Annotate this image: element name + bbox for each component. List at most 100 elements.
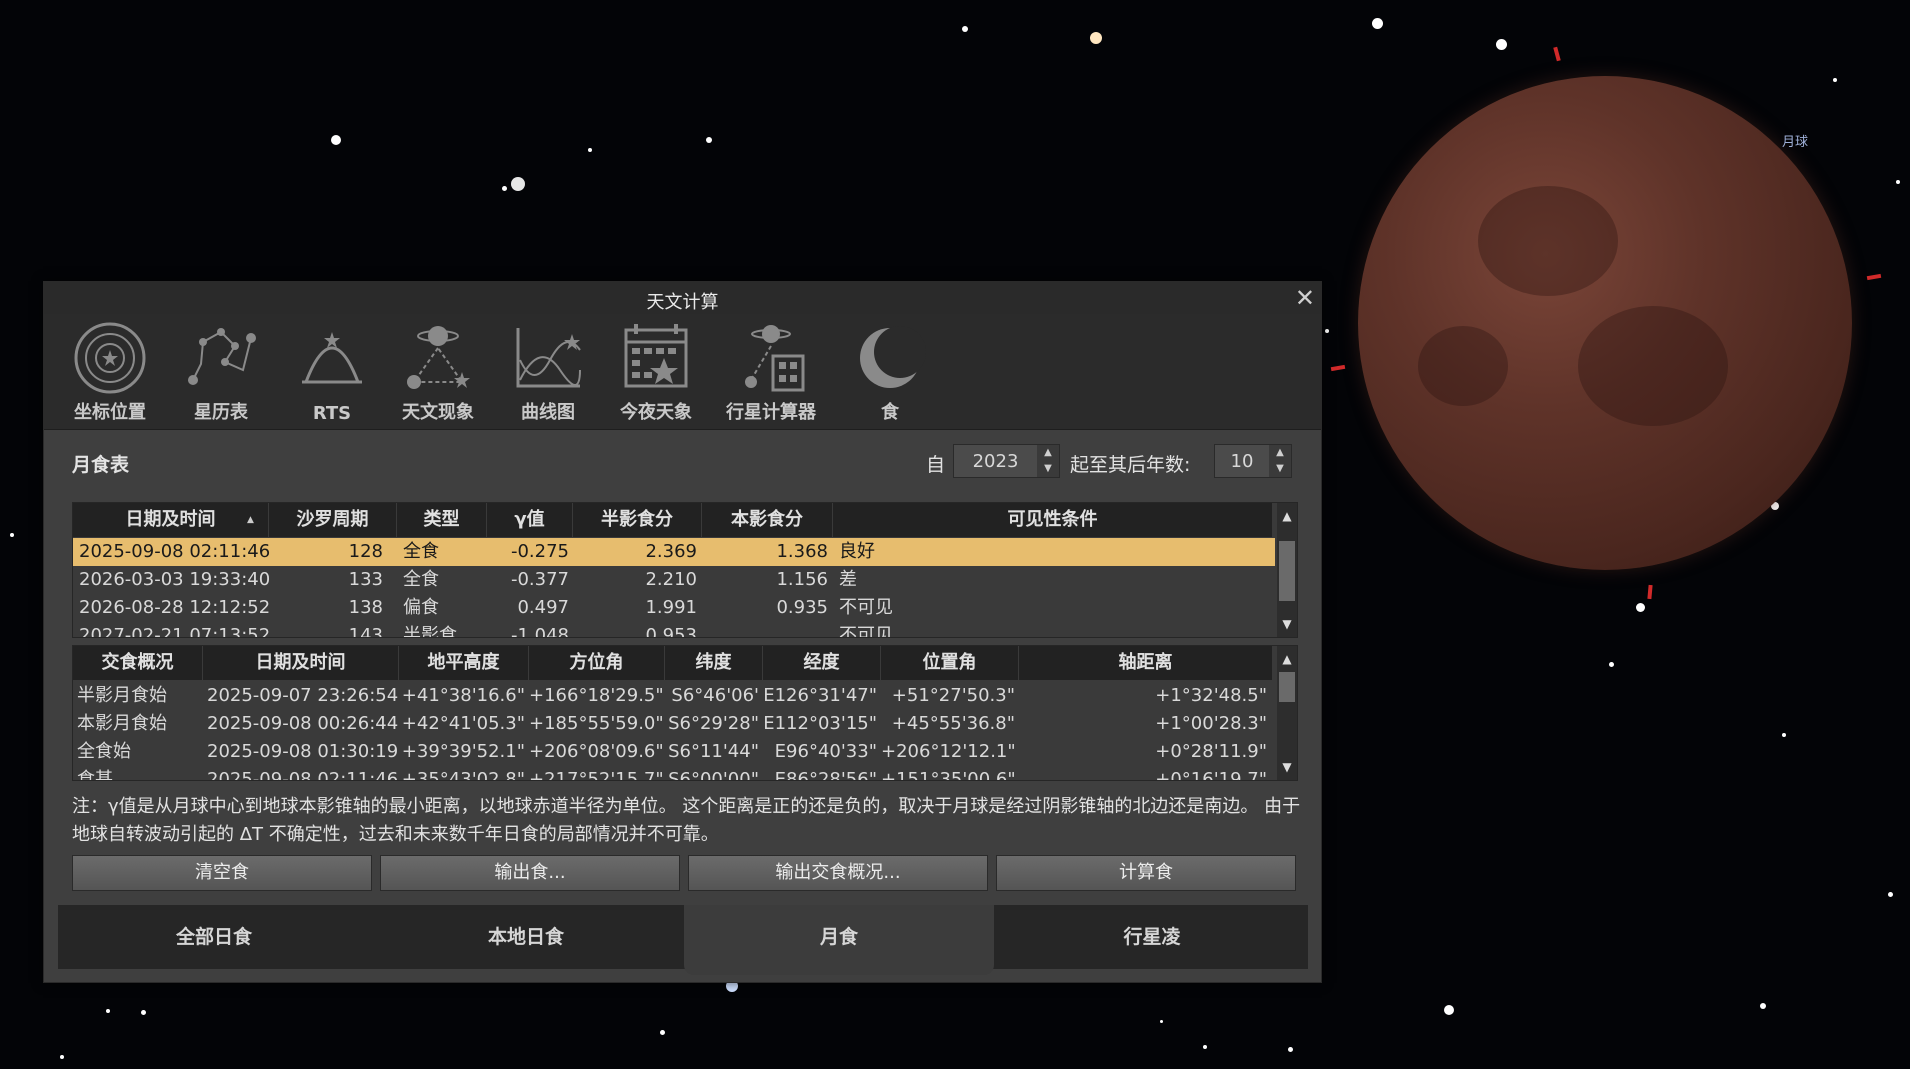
from-year-spinbox[interactable]: 2023 ▲ ▼ <box>953 444 1060 478</box>
spin-down-icon[interactable]: ▼ <box>1037 461 1059 477</box>
table-row[interactable]: 2025-09-08 02:11:46 128 全食 -0.275 2.369 1.368… <box>73 538 1275 566</box>
column-header[interactable]: 方位角 <box>529 646 665 680</box>
column-header[interactable]: 纬度 <box>665 646 763 680</box>
column-header[interactable]: 沙罗周期 <box>269 503 397 537</box>
table-cell: +206°12'12.1" <box>881 741 1016 762</box>
tool-eclipse[interactable]: 食 <box>835 320 945 426</box>
export-eclipses-button[interactable]: 输出食... <box>380 855 680 891</box>
spin-arrows[interactable]: ▲ ▼ <box>1037 445 1059 477</box>
column-header[interactable]: 交食概况 <box>73 646 203 680</box>
star <box>962 26 968 32</box>
tool-graph[interactable]: 曲线图 <box>493 320 603 426</box>
tool-label: 天文现象 <box>402 402 474 423</box>
tab-transits[interactable]: 行星凌 <box>996 905 1308 969</box>
star <box>10 533 14 537</box>
export-contacts-button[interactable]: 输出交食概况... <box>688 855 988 891</box>
column-header[interactable]: 地平高度 <box>399 646 529 680</box>
years-spinbox[interactable]: 10 ▲ ▼ <box>1214 444 1292 478</box>
spin-up-icon[interactable]: ▲ <box>1037 445 1059 461</box>
lunar-eclipse-table[interactable]: 日期及时间 沙罗周期 类型 γ值 半影食分 本影食分 可见性条件 ▲ 2025-… <box>72 502 1298 638</box>
table-row[interactable]: 2027-02-21 07:13:52 143 半影食 -1.048 0.953 不可见 <box>73 622 1275 638</box>
years-value[interactable]: 10 <box>1215 451 1269 472</box>
tool-coordinates[interactable]: 坐标位置 <box>55 320 165 426</box>
star <box>141 1010 146 1015</box>
table-cell <box>702 622 828 637</box>
star <box>660 1030 665 1035</box>
from-year-value[interactable]: 2023 <box>954 451 1037 472</box>
table-cell: +42°41'05.3" <box>401 713 525 734</box>
eclipse-contacts-table[interactable]: 交食概况 日期及时间 地平高度 方位角 纬度 经度 位置角 轴距离 半影月食始 2… <box>72 645 1298 781</box>
table-cell: 0.497 <box>517 597 569 618</box>
table-cell: E96°40'33" <box>774 741 877 762</box>
table-cell: 138 <box>348 597 383 618</box>
column-header[interactable]: 可见性条件 <box>833 503 1273 537</box>
astro-calc-dialog: 天文计算 ✕ 坐标位置 星历表 RTS 天文现象 曲线图 今夜天象 行星计算器 … <box>43 281 1322 983</box>
table-scrollbar[interactable]: ▲ ▼ <box>1277 503 1297 637</box>
table-cell: 全食 <box>403 541 439 562</box>
tool-ephemeris[interactable]: 星历表 <box>166 320 276 426</box>
sort-indicator-icon: ▲ <box>247 515 254 525</box>
star <box>588 148 592 152</box>
tab-lunar-eclipses[interactable]: 月食 <box>684 905 994 975</box>
table-row[interactable]: 全食始 2025-09-08 01:30:19 +39°39'52.1" +206°0… <box>73 738 1275 766</box>
table-cell: +217°52'15.7" <box>529 769 664 781</box>
tool-rts[interactable]: RTS <box>277 320 387 426</box>
column-header[interactable]: 半影食分 <box>573 503 702 537</box>
star <box>1090 32 1102 44</box>
star <box>1782 733 1786 737</box>
table-cell: 偏食 <box>403 597 439 618</box>
column-header[interactable]: γ值 <box>487 503 573 537</box>
table-row[interactable]: 食甚 2025-09-08 02:11:46 +35°43'02.8" +217°52… <box>73 766 1275 781</box>
compute-eclipses-button[interactable]: 计算食 <box>996 855 1296 891</box>
table-row[interactable]: 半影月食始 2025-09-07 23:26:54 +41°38'16.6" +166… <box>73 682 1275 710</box>
tool-tonight[interactable]: 今夜天象 <box>601 320 711 426</box>
spin-up-icon[interactable]: ▲ <box>1269 445 1291 461</box>
from-label: 自 <box>926 454 946 476</box>
tab-local-solar-eclipses[interactable]: 本地日食 <box>370 905 682 969</box>
clear-eclipses-button[interactable]: 清空食 <box>72 855 372 891</box>
table-cell: +0°28'11.9" <box>1155 741 1267 762</box>
column-header[interactable]: 位置角 <box>881 646 1019 680</box>
scroll-up-icon[interactable]: ▲ <box>1277 648 1297 670</box>
scroll-thumb[interactable] <box>1279 541 1295 601</box>
scroll-thumb[interactable] <box>1279 672 1295 702</box>
table-cell: 1.991 <box>645 597 697 618</box>
table-cell: 128 <box>348 541 383 562</box>
table-cell: 1.156 <box>776 569 828 590</box>
table-cell: +151°35'00.6" <box>881 769 1016 781</box>
close-button[interactable]: ✕ <box>1295 284 1315 312</box>
moon[interactable] <box>1358 76 1852 570</box>
column-header[interactable]: 日期及时间 <box>73 503 269 537</box>
title-bar[interactable]: 天文计算 ✕ <box>44 282 1321 314</box>
table-row[interactable]: 2026-03-03 19:33:40 133 全食 -0.377 2.210 1.156… <box>73 566 1275 594</box>
table-cell: 半影食 <box>403 625 457 638</box>
column-header[interactable]: 本影食分 <box>702 503 833 537</box>
scroll-down-icon[interactable]: ▼ <box>1277 756 1297 778</box>
table-row[interactable]: 2026-08-28 12:12:52 138 偏食 0.497 1.991 0.935 不… <box>73 594 1275 622</box>
column-header[interactable]: 轴距离 <box>1019 646 1273 680</box>
star <box>1896 180 1900 184</box>
table-row[interactable]: 本影月食始 2025-09-08 00:26:44 +42°41'05.3" +185… <box>73 710 1275 738</box>
table-cell: -0.275 <box>510 541 569 562</box>
tab-all-solar-eclipses[interactable]: 全部日食 <box>58 905 370 969</box>
star <box>1496 39 1507 50</box>
tonight-icon <box>624 324 688 388</box>
column-header[interactable]: 经度 <box>763 646 881 680</box>
table-cell: 2026-03-03 19:33:40 <box>79 569 271 590</box>
table-cell: +39°39'52.1" <box>401 741 525 762</box>
tool-phenomena[interactable]: 天文现象 <box>383 320 493 426</box>
moon-mare <box>1418 326 1508 406</box>
scroll-down-icon[interactable]: ▼ <box>1277 613 1297 635</box>
star <box>1444 1005 1454 1015</box>
star <box>60 1055 64 1059</box>
moon-mare <box>1478 186 1618 296</box>
tool-planet-calculator[interactable]: 行星计算器 <box>716 320 826 426</box>
spin-arrows[interactable]: ▲ ▼ <box>1269 445 1291 477</box>
column-header[interactable]: 类型 <box>397 503 487 537</box>
table-scrollbar[interactable]: ▲ ▼ <box>1277 646 1297 780</box>
table-cell: 143 <box>348 625 383 638</box>
column-header[interactable]: 日期及时间 <box>203 646 399 680</box>
spin-down-icon[interactable]: ▼ <box>1269 461 1291 477</box>
scroll-up-icon[interactable]: ▲ <box>1277 505 1297 527</box>
table-cell: 半影月食始 <box>77 685 167 706</box>
